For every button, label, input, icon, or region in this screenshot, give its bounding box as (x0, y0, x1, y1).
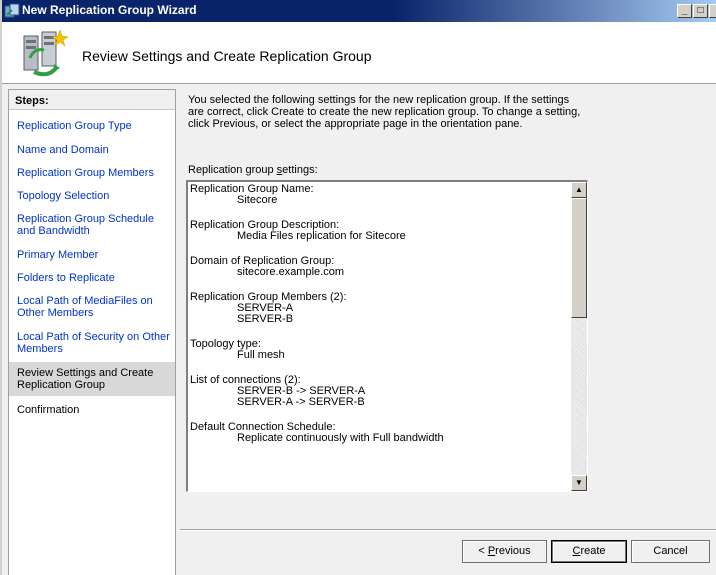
button-bar-separator (180, 529, 716, 531)
previous-button-label-end: revious (495, 545, 531, 557)
setting-value: sitecore.example.com (237, 266, 344, 278)
step-local-path-mediafiles[interactable]: Local Path of MediaFiles on Other Member… (9, 295, 175, 319)
setting-group-description: Replication Group Description: Media Fil… (190, 220, 570, 242)
setting-value: Media Files replication for Sitecore (237, 230, 406, 242)
step-folders-to-replicate[interactable]: Folders to Replicate (9, 272, 175, 284)
server-replication-icon (23, 29, 69, 77)
maximize-button[interactable]: □ (693, 4, 708, 18)
settings-label-text: Replication group (188, 164, 277, 176)
setting-value: SERVER-A -> SERVER-B (237, 396, 365, 408)
settings-content: Replication Group Name: Sitecore Replica… (190, 184, 570, 458)
setting-value: Replicate continuously with Full bandwid… (237, 432, 444, 444)
steps-pane: Steps: Replication Group Type Name and D… (8, 89, 176, 575)
create-button[interactable]: Create (551, 540, 627, 563)
step-primary-member[interactable]: Primary Member (9, 249, 175, 261)
minimize-button[interactable]: _ (677, 4, 692, 18)
replication-wizard-icon (4, 3, 20, 18)
scrollbar-thumb[interactable] (571, 198, 587, 318)
setting-domain: Domain of Replication Group: sitecore.ex… (190, 256, 570, 278)
setting-topology: Topology type: Full mesh (190, 339, 570, 361)
wizard-header: Review Settings and Create Replication G… (2, 22, 716, 84)
create-button-label: reate (580, 545, 606, 557)
title-bar[interactable]: New Replication Group Wizard _ □ (2, 0, 716, 22)
step-topology-selection[interactable]: Topology Selection (9, 190, 175, 202)
intro-text: You selected the following settings for … (188, 94, 581, 130)
settings-textbox[interactable]: Replication Group Name: Sitecore Replica… (186, 180, 588, 492)
setting-group-name: Replication Group Name: Sitecore (190, 184, 570, 206)
previous-button-label: < (478, 545, 488, 557)
page-title: Review Settings and Create Replication G… (82, 48, 372, 64)
step-replication-group-members[interactable]: Replication Group Members (9, 167, 175, 179)
step-name-and-domain[interactable]: Name and Domain (9, 144, 175, 156)
setting-value: SERVER-B (237, 313, 294, 325)
step-local-path-security[interactable]: Local Path of Security on Other Members (9, 331, 175, 355)
step-schedule-and-bandwidth[interactable]: Replication Group Schedule and Bandwidth (9, 213, 175, 237)
wizard-window: New Replication Group Wizard _ □ Review … (0, 0, 716, 575)
step-confirmation: Confirmation (17, 404, 80, 416)
steps-label: Steps: (9, 90, 175, 110)
previous-button[interactable]: < Previous (462, 540, 547, 563)
window-title: New Replication Group Wizard (22, 3, 197, 17)
scroll-up-arrow-icon[interactable]: ▲ (571, 182, 587, 198)
setting-value: Full mesh (237, 349, 285, 361)
setting-value: Sitecore (237, 194, 278, 206)
settings-scrollbar[interactable]: ▲ ▼ (571, 182, 587, 491)
setting-schedule: Default Connection Schedule: Replicate c… (190, 422, 570, 444)
setting-members: Replication Group Members (2): SERVER-A … (190, 292, 570, 325)
cancel-button[interactable]: Cancel (631, 540, 710, 563)
close-button[interactable] (709, 4, 716, 18)
step-replication-group-type[interactable]: Replication Group Type (9, 120, 175, 132)
scroll-down-arrow-icon[interactable]: ▼ (571, 475, 587, 491)
main-pane: You selected the following settings for … (180, 89, 716, 529)
settings-label: Replication group settings: (188, 164, 318, 176)
setting-connections: List of connections (2): SERVER-B -> SER… (190, 375, 570, 408)
step-review-settings-current: Review Settings and Create Replication G… (9, 362, 175, 396)
settings-label-text-end: ettings: (282, 164, 318, 176)
